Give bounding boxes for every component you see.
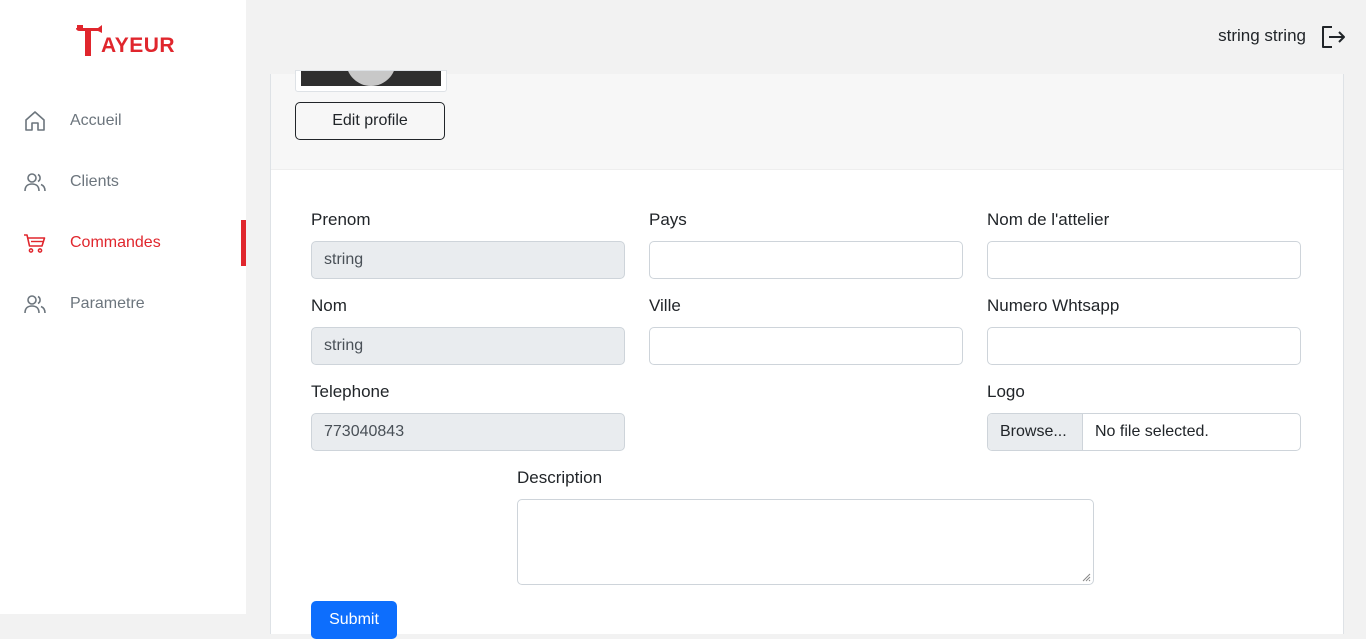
sidebar-item-clients[interactable]: Clients [0,159,246,205]
brand-logo[interactable]: AYEUR [74,22,175,58]
sidebar-item-parametre[interactable]: Parametre [0,281,246,327]
prenom-label: Prenom [311,210,371,229]
description-label: Description [517,468,603,487]
atelier-label: Nom de l'attelier [987,210,1110,229]
prenom-field[interactable]: string [311,241,625,279]
submit-button[interactable]: Submit [311,601,397,639]
pays-label: Pays [649,210,687,229]
profile-card: Edit profile Prenom string Nom string Te… [270,70,1344,639]
users-icon [24,295,46,314]
cart-icon [24,234,46,253]
edit-profile-button[interactable]: Edit profile [295,102,445,140]
browse-button[interactable]: Browse... [988,414,1083,450]
resize-grip-icon[interactable] [1081,572,1091,582]
sidebar-item-label: Commandes [70,234,161,251]
whatsapp-field[interactable] [987,327,1301,365]
whatsapp-label: Numero Whtsapp [987,296,1120,315]
sidebar-item-label: Accueil [70,112,122,129]
profile-header: Edit profile [271,70,1343,170]
pays-field[interactable] [649,241,963,279]
telephone-field[interactable]: 773040843 [311,413,625,451]
brand-name: AYEUR [101,34,176,57]
topbar: string string [246,0,1366,74]
hammer-t-logo-icon [76,25,102,56]
nom-field[interactable]: string [311,327,625,365]
logout-icon[interactable] [1320,24,1346,50]
avatar [295,70,447,92]
nom-label: Nom [311,296,347,315]
sidebar-item-label: Clients [70,173,119,190]
description-textarea[interactable] [517,499,1094,585]
users-icon [24,173,46,192]
user-name: string string [1218,26,1306,45]
home-icon [25,111,45,131]
avatar-photo [301,71,441,86]
ville-label: Ville [649,296,681,315]
sidebar: AYEUR Accueil Clients Commandes Parametr… [0,0,246,614]
sidebar-item-commandes[interactable]: Commandes [0,220,246,266]
ville-field[interactable] [649,327,963,365]
atelier-field[interactable] [987,241,1301,279]
logo-file-input[interactable]: Browse... No file selected. [987,413,1301,451]
telephone-label: Telephone [311,382,390,401]
logo-label: Logo [987,382,1025,401]
sidebar-item-accueil[interactable]: Accueil [0,98,246,144]
sidebar-item-label: Parametre [70,295,145,312]
file-status: No file selected. [1095,423,1209,440]
